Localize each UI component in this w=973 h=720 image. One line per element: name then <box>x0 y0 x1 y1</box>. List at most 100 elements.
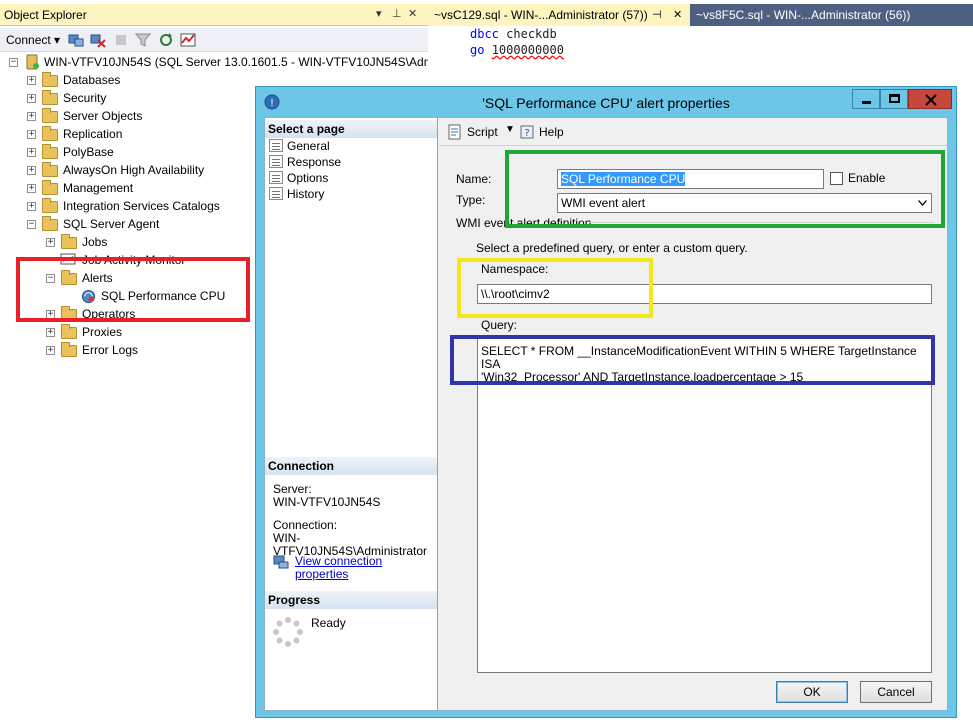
tree-node-management[interactable]: Management <box>63 179 133 197</box>
expand-toggle[interactable]: + <box>27 76 36 85</box>
pin-icon[interactable]: ⊥ <box>392 7 402 20</box>
server-value: WIN-VTFV10JN54S <box>273 495 381 509</box>
general-page: Script ▼ ? Help Name: SQL Performance CP… <box>439 118 947 710</box>
close-icon <box>925 94 937 106</box>
expand-toggle[interactable]: + <box>27 94 36 103</box>
cancel-button[interactable]: Cancel <box>860 681 932 703</box>
close-icon[interactable]: ✕ <box>673 4 682 26</box>
server-icon <box>26 54 39 70</box>
progress-status: Ready <box>311 616 346 630</box>
server-node[interactable]: WIN-VTFV10JN54S (SQL Server 13.0.1601.5 … <box>44 53 452 71</box>
ok-button[interactable]: OK <box>776 681 848 703</box>
tab-query-56[interactable]: ~vs8F5C.sql - WIN-...Administrator (56)) <box>690 4 973 26</box>
tree-node-alerts[interactable]: Alerts <box>82 269 113 287</box>
collapse-toggle[interactable]: − <box>27 220 36 229</box>
code-line-2: go 1000000000 <box>470 43 564 57</box>
alert-properties-dialog: ! 'SQL Performance CPU' alert properties… <box>255 86 957 718</box>
connect-server-icon[interactable] <box>68 32 84 48</box>
query-textarea[interactable]: SELECT * FROM __InstanceModificationEven… <box>477 338 932 673</box>
expand-toggle[interactable]: + <box>46 328 55 337</box>
expand-toggle[interactable]: + <box>27 130 36 139</box>
connection-header: Connection <box>265 457 437 475</box>
page-history[interactable]: History <box>269 186 324 202</box>
connect-button[interactable]: Connect ▾ <box>6 33 60 47</box>
maximize-button[interactable] <box>880 89 908 109</box>
tree-node-sql-performance-cpu[interactable]: SQL Performance CPU <box>101 287 225 305</box>
refresh-icon[interactable] <box>158 32 174 48</box>
tree-node-replication[interactable]: Replication <box>63 125 122 143</box>
tab-label: ~vsC129.sql - WIN-...Administrator (57)) <box>434 8 648 22</box>
tree-node-error-logs[interactable]: Error Logs <box>82 341 138 359</box>
alert-icon <box>81 289 96 304</box>
type-label: Type: <box>456 193 486 207</box>
dialog-title: 'SQL Performance CPU' alert properties <box>482 95 730 111</box>
name-input[interactable]: SQL Performance CPU <box>557 169 824 189</box>
tree-node-sql-server-agent[interactable]: SQL Server Agent <box>63 215 159 233</box>
close-button[interactable] <box>908 89 952 109</box>
namespace-input[interactable]: \\.\root\cimv2 <box>477 284 932 304</box>
help-icon: ? <box>520 125 534 139</box>
collapse-toggle[interactable]: − <box>46 274 55 283</box>
folder-icon <box>42 72 58 87</box>
expand-toggle[interactable]: + <box>46 310 55 319</box>
expand-toggle[interactable]: + <box>27 166 36 175</box>
tree-node-jobs[interactable]: Jobs <box>82 233 107 251</box>
tree-node-server-objects[interactable]: Server Objects <box>63 107 142 125</box>
progress-header: Progress <box>265 591 437 609</box>
folder-icon <box>61 270 77 285</box>
page-general[interactable]: General <box>269 138 330 154</box>
folder-icon <box>42 198 58 213</box>
monitor-icon <box>60 253 76 265</box>
tree-node-operators[interactable]: Operators <box>82 305 135 323</box>
tree-node-databases[interactable]: Databases <box>63 71 120 89</box>
expand-toggle[interactable]: + <box>27 202 36 211</box>
select-page-header: Select a page <box>265 120 437 138</box>
help-button[interactable]: Help <box>539 125 564 139</box>
tree-node-integration-services-catalogs[interactable]: Integration Services Catalogs <box>63 197 220 215</box>
tree-node-job-activity-monitor[interactable]: Job Activity Monitor <box>82 251 185 269</box>
page-response[interactable]: Response <box>269 154 341 170</box>
page-icon <box>269 155 283 168</box>
query-label: Query: <box>481 318 518 332</box>
name-value: SQL Performance CPU <box>561 172 686 186</box>
name-label: Name: <box>456 172 492 186</box>
server-collapse-toggle[interactable]: − <box>9 58 18 67</box>
expand-toggle[interactable]: + <box>27 184 36 193</box>
expand-toggle[interactable]: + <box>46 346 55 355</box>
page-options[interactable]: Options <box>269 170 328 186</box>
expand-toggle[interactable]: + <box>27 148 36 157</box>
script-dropdown-icon[interactable]: ▼ <box>505 124 515 135</box>
folder-icon <box>42 162 58 177</box>
pin-icon[interactable]: ⊣ <box>652 4 662 26</box>
stop-icon[interactable] <box>113 32 129 48</box>
minimize-button[interactable] <box>852 89 880 109</box>
script-button[interactable]: Script <box>467 125 498 139</box>
progress-spinner-icon <box>273 617 303 647</box>
group-divider <box>589 222 934 223</box>
expand-toggle[interactable]: + <box>46 238 55 247</box>
expand-toggle[interactable]: + <box>27 112 36 121</box>
code-area[interactable]: dbcc checkdb go 1000000000 <box>470 26 564 58</box>
dropdown-arrow-icon[interactable]: ▾ <box>376 7 382 20</box>
page-icon <box>269 187 283 200</box>
svg-text:?: ? <box>524 128 529 139</box>
code-line-1: dbcc checkdb <box>470 27 557 41</box>
tree-node-polybase[interactable]: PolyBase <box>63 143 114 161</box>
folder-icon <box>61 234 77 249</box>
object-explorer-toolbar: Connect ▾ <box>0 28 428 52</box>
wmi-group-label: WMI event alert definition <box>456 216 592 230</box>
close-icon[interactable]: ✕ <box>408 7 417 20</box>
filter-icon[interactable] <box>135 32 151 48</box>
query-line-1: SELECT * FROM __InstanceModificationEven… <box>481 344 917 371</box>
view-connection-properties-link[interactable]: View connection properties <box>295 555 437 581</box>
tree-node-proxies[interactable]: Proxies <box>82 323 122 341</box>
enable-checkbox[interactable] <box>830 172 843 185</box>
tree-node-alwayson-high-availability[interactable]: AlwaysOn High Availability <box>63 161 204 179</box>
activity-monitor-icon[interactable] <box>180 32 196 48</box>
disconnect-icon[interactable] <box>90 32 106 48</box>
tree-node-security[interactable]: Security <box>63 89 106 107</box>
tab-query-57[interactable]: ~vsC129.sql - WIN-...Administrator (57))… <box>428 4 690 26</box>
folder-icon <box>61 342 77 357</box>
object-explorer-title: Object Explorer <box>4 8 87 22</box>
type-select[interactable]: WMI event alert <box>557 193 932 213</box>
